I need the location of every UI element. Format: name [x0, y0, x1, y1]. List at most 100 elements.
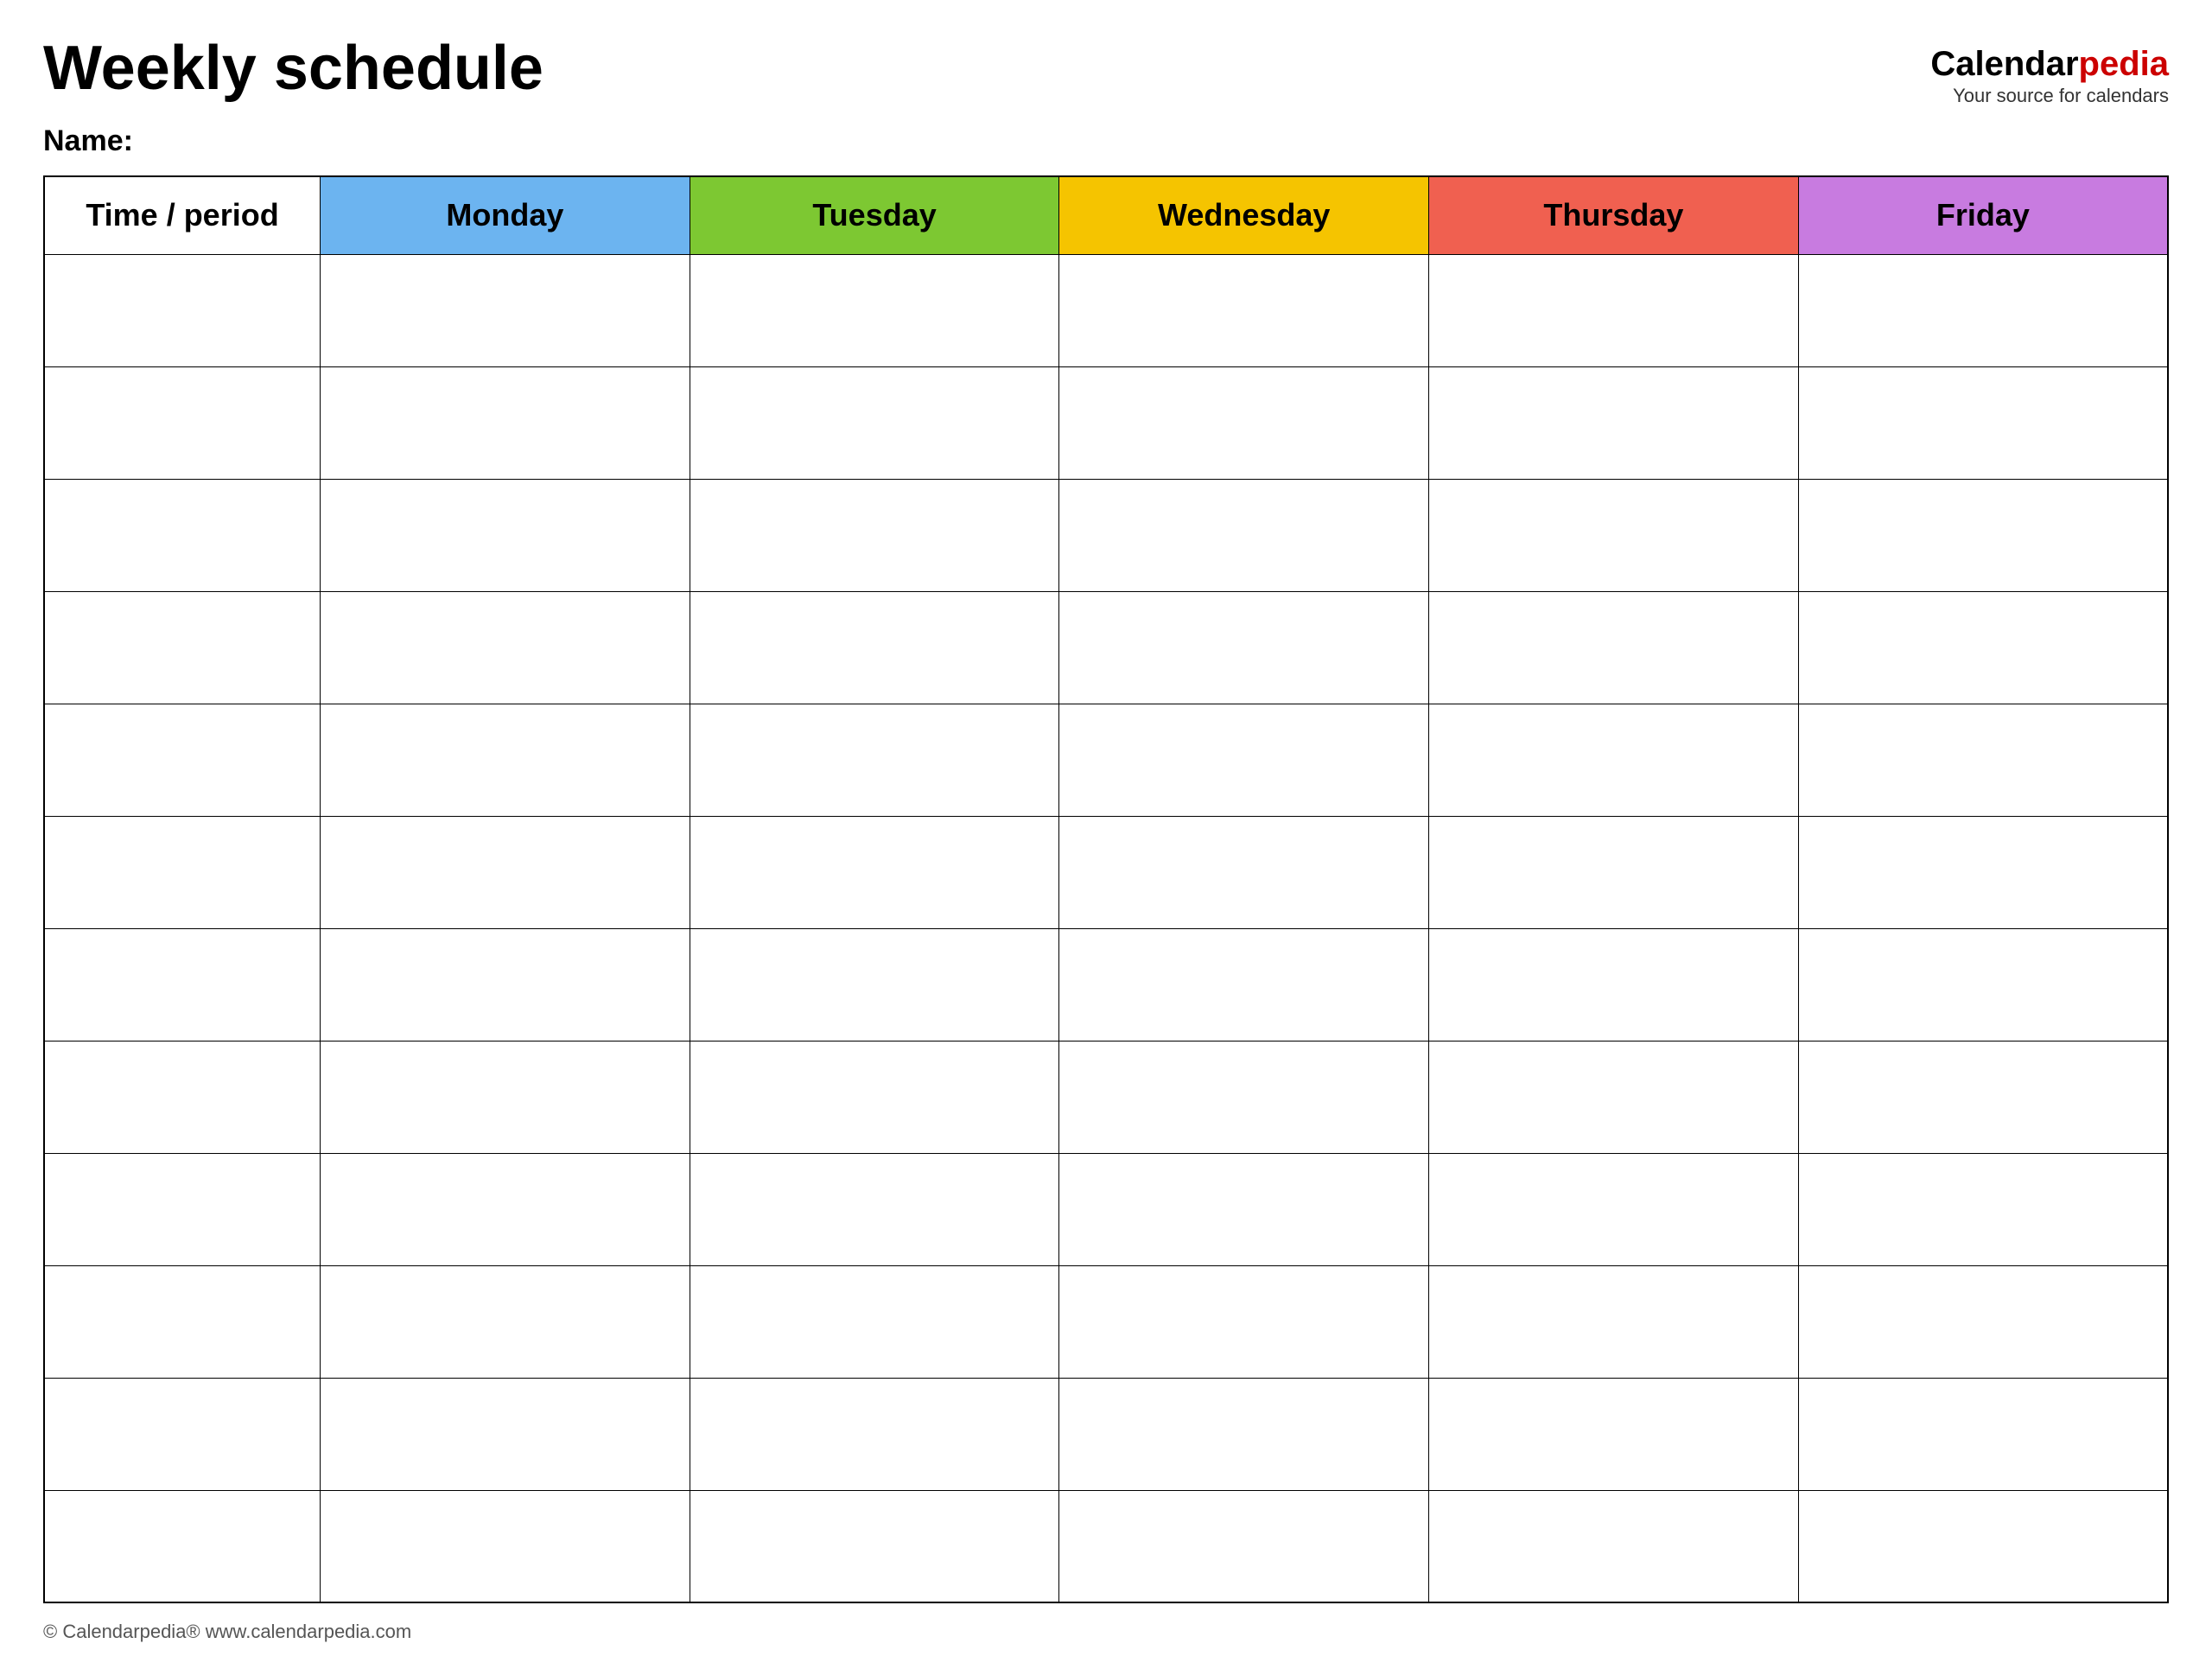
table-row [44, 366, 2168, 479]
table-header-row: Time / period Monday Tuesday Wednesday T… [44, 176, 2168, 254]
table-cell[interactable] [44, 1265, 321, 1378]
table-cell[interactable] [321, 1378, 690, 1490]
table-cell[interactable] [1429, 591, 1799, 704]
table-cell[interactable] [1059, 1041, 1429, 1153]
name-label: Name: [43, 124, 2169, 158]
table-cell[interactable] [44, 1378, 321, 1490]
table-cell[interactable] [1429, 254, 1799, 366]
table-cell[interactable] [321, 1153, 690, 1265]
table-cell[interactable] [1798, 1265, 2168, 1378]
table-cell[interactable] [44, 704, 321, 816]
table-cell[interactable] [321, 591, 690, 704]
table-cell[interactable] [1798, 1378, 2168, 1490]
table-cell[interactable] [1429, 1490, 1799, 1602]
table-cell[interactable] [44, 1490, 321, 1602]
table-cell[interactable] [1798, 1041, 2168, 1153]
table-cell[interactable] [321, 1265, 690, 1378]
table-cell[interactable] [1059, 704, 1429, 816]
table-row [44, 1378, 2168, 1490]
table-cell[interactable] [321, 704, 690, 816]
brand-calendar-text: Calendar [1930, 45, 2078, 83]
col-header-time: Time / period [44, 176, 321, 254]
table-cell[interactable] [1798, 479, 2168, 591]
table-cell[interactable] [690, 928, 1059, 1041]
table-row [44, 591, 2168, 704]
table-cell[interactable] [321, 366, 690, 479]
table-row [44, 928, 2168, 1041]
table-row [44, 1041, 2168, 1153]
table-cell[interactable] [44, 928, 321, 1041]
table-cell[interactable] [1429, 928, 1799, 1041]
footer: © Calendarpedia® www.calendarpedia.com [43, 1621, 2169, 1643]
table-cell[interactable] [1429, 704, 1799, 816]
brand-pedia-text: pedia [2079, 45, 2169, 83]
table-cell[interactable] [1059, 1490, 1429, 1602]
table-cell[interactable] [1059, 591, 1429, 704]
table-cell[interactable] [690, 479, 1059, 591]
table-cell[interactable] [1429, 1041, 1799, 1153]
table-cell[interactable] [1429, 1378, 1799, 1490]
table-cell[interactable] [1798, 366, 2168, 479]
table-cell[interactable] [690, 1490, 1059, 1602]
table-cell[interactable] [321, 928, 690, 1041]
table-cell[interactable] [1798, 254, 2168, 366]
table-cell[interactable] [1429, 366, 1799, 479]
table-row [44, 816, 2168, 928]
table-cell[interactable] [321, 479, 690, 591]
table-row [44, 1490, 2168, 1602]
table-cell[interactable] [1059, 254, 1429, 366]
table-cell[interactable] [690, 1378, 1059, 1490]
schedule-table: Time / period Monday Tuesday Wednesday T… [43, 175, 2169, 1603]
table-cell[interactable] [44, 366, 321, 479]
table-cell[interactable] [1798, 816, 2168, 928]
col-header-monday: Monday [321, 176, 690, 254]
brand-logo: Calendarpedia Your source for calendars [1930, 43, 2169, 107]
table-cell[interactable] [44, 479, 321, 591]
table-cell[interactable] [690, 591, 1059, 704]
table-cell[interactable] [44, 816, 321, 928]
table-cell[interactable] [1059, 1265, 1429, 1378]
table-cell[interactable] [321, 254, 690, 366]
table-cell[interactable] [1798, 591, 2168, 704]
col-header-wednesday: Wednesday [1059, 176, 1429, 254]
col-header-thursday: Thursday [1429, 176, 1799, 254]
table-cell[interactable] [690, 1265, 1059, 1378]
table-cell[interactable] [1798, 704, 2168, 816]
schedule-body [44, 254, 2168, 1602]
col-header-friday: Friday [1798, 176, 2168, 254]
table-row [44, 1153, 2168, 1265]
table-cell[interactable] [1798, 928, 2168, 1041]
table-row [44, 479, 2168, 591]
table-cell[interactable] [1429, 1265, 1799, 1378]
table-cell[interactable] [690, 704, 1059, 816]
table-cell[interactable] [690, 366, 1059, 479]
table-cell[interactable] [1798, 1490, 2168, 1602]
table-cell[interactable] [1059, 928, 1429, 1041]
brand-name: Calendarpedia [1930, 43, 2169, 85]
table-cell[interactable] [1429, 816, 1799, 928]
table-cell[interactable] [690, 1041, 1059, 1153]
table-cell[interactable] [690, 254, 1059, 366]
table-cell[interactable] [44, 254, 321, 366]
table-cell[interactable] [1059, 366, 1429, 479]
table-cell[interactable] [44, 1041, 321, 1153]
table-cell[interactable] [1059, 1153, 1429, 1265]
table-cell[interactable] [1059, 816, 1429, 928]
table-cell[interactable] [690, 1153, 1059, 1265]
footer-text: © Calendarpedia® www.calendarpedia.com [43, 1621, 411, 1642]
table-cell[interactable] [321, 1041, 690, 1153]
table-cell[interactable] [1429, 1153, 1799, 1265]
table-cell[interactable] [1059, 479, 1429, 591]
table-cell[interactable] [44, 591, 321, 704]
table-cell[interactable] [1059, 1378, 1429, 1490]
page-title: Weekly schedule [43, 35, 543, 103]
table-cell[interactable] [44, 1153, 321, 1265]
table-cell[interactable] [321, 1490, 690, 1602]
table-cell[interactable] [1798, 1153, 2168, 1265]
table-cell[interactable] [690, 816, 1059, 928]
table-cell[interactable] [321, 816, 690, 928]
col-header-tuesday: Tuesday [690, 176, 1059, 254]
page-header: Weekly schedule Calendarpedia Your sourc… [43, 35, 2169, 107]
table-cell[interactable] [1429, 479, 1799, 591]
table-row [44, 704, 2168, 816]
